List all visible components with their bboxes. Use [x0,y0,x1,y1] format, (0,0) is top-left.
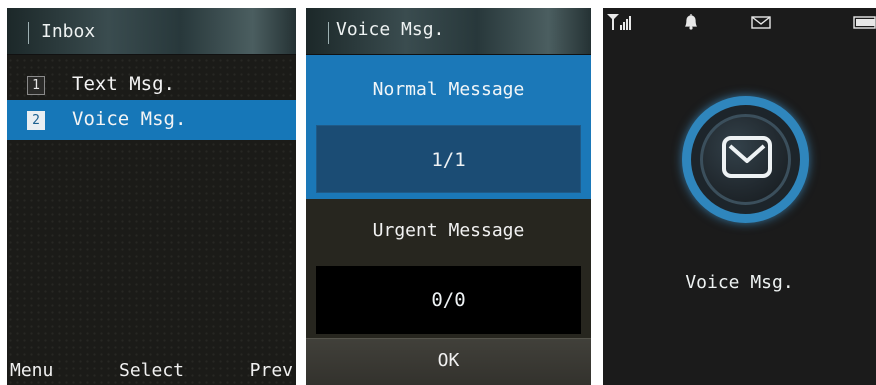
inbox-title: Inbox [41,21,96,42]
menu-softkey[interactable]: Menu [10,360,53,381]
menu-item-label: Text Msg. [72,73,175,95]
softkey-bar: Menu Select Prev [7,353,296,385]
title-divider [328,22,329,44]
voice-title: Voice Msg. [336,19,445,40]
menu-item-text-msg[interactable]: 1 Text Msg. [7,65,296,105]
voice-notification-screen: Voice Msg. [603,8,876,385]
title-divider [28,22,29,44]
menu-item-number: 2 [27,111,45,130]
envelope-icon [751,16,771,29]
menu-item-number: 1 [27,76,45,95]
voice-msg-screen: Voice Msg. Normal Message 1/1 Urgent Mes… [306,8,591,385]
inbox-title-bar: Inbox [7,8,296,55]
ok-button[interactable]: OK [306,338,591,385]
urgent-message-count: 0/0 [316,266,581,334]
voice-title-bar: Voice Msg. [306,8,591,55]
status-bar [603,8,876,38]
select-softkey[interactable]: Select [119,360,184,381]
notification-label: Voice Msg. [685,272,794,293]
urgent-message-label[interactable]: Urgent Message [306,220,591,241]
inbox-screen: Inbox 1 Text Msg. 2 Voice Msg. Menu Sele… [7,8,296,385]
normal-message-label: Normal Message [372,79,525,100]
signal-icon [607,14,631,30]
battery-icon [853,16,876,29]
menu-item-voice-msg[interactable]: 2 Voice Msg. [7,100,296,140]
bell-icon [685,14,697,30]
envelope-icon [722,136,772,178]
prev-softkey[interactable]: Prev [250,360,293,381]
menu-item-label: Voice Msg. [72,108,187,130]
normal-message-count: 1/1 [316,125,581,193]
